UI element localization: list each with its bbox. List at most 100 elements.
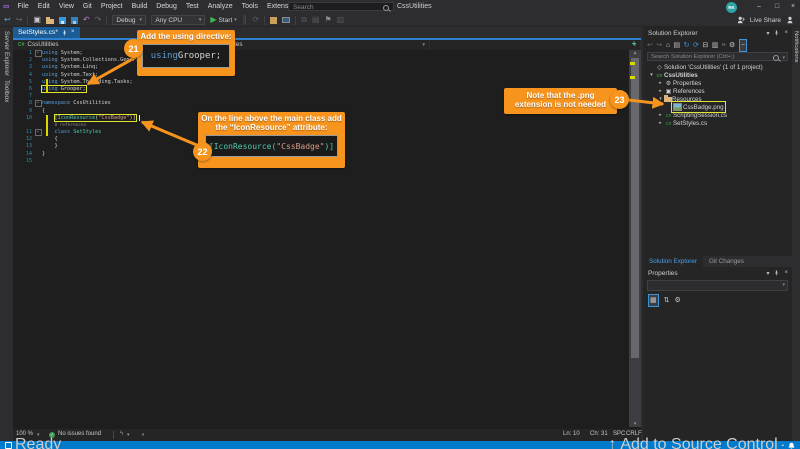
expander-icon[interactable]: ▸ (657, 112, 664, 118)
tree-item-scriptingsession-cs[interactable]: ▸ScriptingSession.cs (643, 111, 792, 119)
expander-icon[interactable]: ▾ (648, 72, 655, 78)
breadcrumb-member[interactable]: ▾ (430, 40, 641, 51)
code-view-icon[interactable]: ‹› (722, 40, 726, 51)
menu-test[interactable]: Test (181, 0, 203, 13)
indent-icon[interactable]: ⧉ (301, 13, 307, 27)
issues-status[interactable]: No issues found (58, 431, 101, 437)
close-icon[interactable]: × (784, 30, 788, 36)
hot-reload-icon[interactable]: ⟳ (252, 13, 259, 27)
pause-icon[interactable]: ║ (242, 13, 248, 27)
new-project-icon[interactable]: ▣ (33, 13, 41, 27)
platform-dropdown[interactable]: Any CPU▾ (151, 15, 205, 25)
collapse-icon[interactable]: − (35, 100, 42, 107)
feedback-icon[interactable] (786, 16, 794, 24)
close-button[interactable]: × (786, 0, 800, 13)
redo-icon[interactable]: ↷ (95, 13, 102, 27)
debug-config-dropdown[interactable]: Debug▾ (112, 15, 146, 25)
scrollbar-plus-icon[interactable]: + (628, 39, 640, 49)
find-icon[interactable]: ▥ (337, 13, 345, 27)
expander-icon[interactable]: ▸ (657, 80, 664, 86)
expander-icon[interactable]: ▸ (657, 88, 664, 94)
scroll-down-icon[interactable]: ▾ (629, 421, 641, 427)
tree-item-cssbadge-png[interactable]: CssBadge.png (643, 103, 792, 111)
save-icon[interactable] (59, 17, 66, 24)
avatar[interactable]: RK (726, 2, 737, 13)
tab-server-explorer[interactable]: Server Explorer (3, 31, 10, 76)
menu-view[interactable]: View (54, 0, 78, 13)
code-line-2[interactable]: 2using System.Collections.Generic; (13, 57, 641, 64)
menu-git[interactable]: Git (78, 0, 96, 13)
home-icon[interactable]: ⌂ (666, 40, 670, 51)
alphabetical-icon[interactable]: ⇅ (664, 295, 670, 306)
back-icon[interactable]: ↩ (647, 40, 653, 51)
refresh-icon[interactable]: ↻ (684, 40, 690, 51)
scroll-up-icon[interactable]: ▴ (629, 50, 641, 56)
tree-item-cssutilities[interactable]: ▾CssUtilities (643, 71, 792, 79)
menu-analyze[interactable]: Analyze (203, 0, 237, 13)
code-line-5[interactable]: 5using System.Threading.Tasks; (13, 79, 641, 86)
property-pages-icon[interactable]: ⚙ (675, 295, 681, 306)
tab-notifications[interactable]: Notifications (793, 31, 799, 63)
pin-icon[interactable] (774, 270, 779, 276)
chevron-down-icon[interactable]: ▾ (127, 432, 130, 438)
navigate-forward-icon[interactable]: ↪ (16, 13, 23, 27)
tab-toolbox[interactable]: Toolbox (3, 80, 10, 102)
tab-setstyles[interactable]: SetStyles.cs* × (13, 27, 80, 38)
solution-explorer-search-input[interactable]: Search Solution Explorer (Ctrl+;) ▾ (647, 52, 788, 61)
maximize-button[interactable]: □ (770, 0, 784, 13)
navigate-back-icon[interactable]: ↩ (4, 13, 11, 27)
minimize-button[interactable]: – (752, 0, 766, 13)
pin-icon[interactable] (62, 30, 67, 36)
title-search-input[interactable]: Search (288, 2, 394, 11)
preview-icon[interactable] (282, 17, 290, 23)
switch-views-icon[interactable]: ▤ (673, 40, 680, 51)
undo-icon[interactable]: ↶ (83, 13, 90, 27)
editor-vertical-scrollbar[interactable]: ▴ ▾ (629, 50, 641, 427)
bell-icon[interactable] (788, 442, 795, 449)
sync-icon[interactable]: ⟳ (693, 40, 699, 51)
tree-item-solution-cssutilities-1-of-1-project[interactable]: Solution 'CssUtilities' (1 of 1 project) (643, 63, 792, 71)
expander-icon[interactable]: ▾ (657, 96, 664, 102)
chevron-down-icon[interactable]: ▾ (766, 270, 769, 277)
properties-gear-icon[interactable]: ⚙ (729, 40, 735, 51)
background-tasks-icon[interactable] (5, 442, 12, 449)
column-indicator[interactable]: Ch: 31 (590, 431, 608, 437)
close-icon[interactable]: × (784, 270, 788, 276)
tree-item-properties[interactable]: ▸Properties (643, 79, 792, 87)
live-share-button[interactable]: Live Share (750, 17, 781, 24)
tree-item-setstyles-cs[interactable]: ▸SetStyles.cs (643, 119, 792, 127)
forward-icon[interactable]: ↪ (656, 40, 662, 51)
tab-close-icon[interactable]: × (71, 27, 75, 38)
menu-tools[interactable]: Tools (237, 0, 262, 13)
categorized-icon[interactable]: ▦ (648, 294, 659, 307)
show-all-files-icon[interactable]: ▥ (712, 40, 719, 51)
menu-build[interactable]: Build (127, 0, 152, 13)
scrollbar-thumb[interactable] (631, 58, 639, 358)
line-indicator[interactable]: Ln: 10 (563, 431, 580, 437)
pin-icon[interactable] (774, 30, 779, 36)
menu-file[interactable]: File (13, 0, 33, 13)
code-line-3[interactable]: 3using System.Linq; (13, 64, 641, 71)
expander-icon[interactable]: ▸ (657, 120, 664, 126)
comment-icon[interactable]: ▤ (312, 13, 320, 27)
collapse-all-icon[interactable]: ⊟ (702, 40, 708, 51)
add-to-source-control-button[interactable]: Add to Source Control (620, 436, 777, 449)
code-line-4[interactable]: 4using System.Text; (13, 72, 641, 79)
tab-git-changes[interactable]: Git Changes (703, 256, 750, 267)
scroll-left-icon[interactable]: ◂ (141, 431, 144, 438)
properties-object-dropdown[interactable]: ▾ (647, 280, 788, 291)
menu-project[interactable]: Project (96, 0, 127, 13)
save-all-icon[interactable] (71, 17, 78, 24)
menu-debug[interactable]: Debug (152, 0, 182, 13)
tab-solution-explorer[interactable]: Solution Explorer (643, 256, 703, 267)
collapse-icon[interactable]: − (35, 129, 42, 136)
preview-selected-icon[interactable]: − (739, 39, 747, 52)
collapse-icon[interactable]: − (35, 50, 42, 57)
chevron-up-icon[interactable]: ▴ (782, 442, 784, 448)
lightning-icon[interactable]: ϟ (120, 431, 123, 437)
start-button[interactable]: ▶ Start ▾ (210, 13, 236, 27)
open-folder-icon[interactable] (46, 19, 54, 24)
new-item-icon[interactable] (270, 17, 277, 24)
tree-item-resources[interactable]: ▾Resources (643, 95, 792, 103)
chevron-down-icon[interactable]: ▾ (766, 30, 769, 37)
